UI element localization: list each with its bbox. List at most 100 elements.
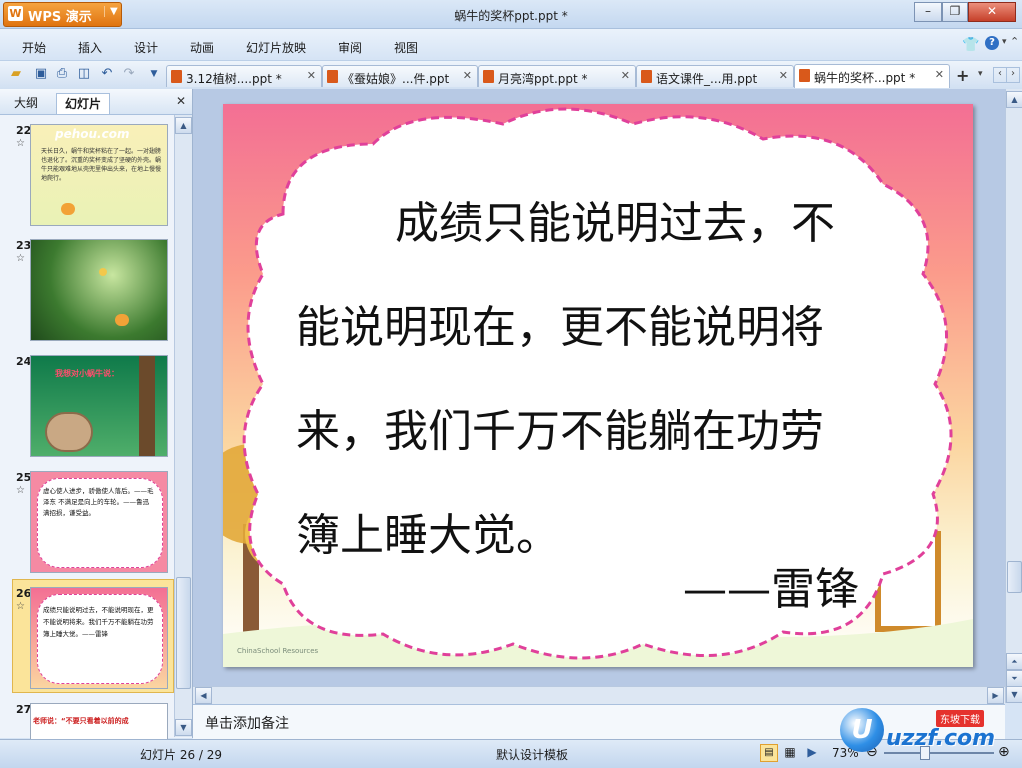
toolbar-dropdown-icon[interactable]: ▼ (146, 66, 162, 82)
doc-tab-2[interactable]: 《蚕姑娘》...件.ppt ✕ (322, 65, 478, 87)
prev-slide-icon[interactable]: ⏶ (1006, 653, 1022, 670)
thumb-caption: pehou.com (55, 127, 130, 141)
close-tab-icon[interactable]: ✕ (779, 69, 788, 82)
star-icon: ☆ (16, 485, 25, 496)
scroll-left-icon[interactable]: ◀ (195, 687, 212, 704)
badge-text: uzzf.com (886, 726, 996, 751)
next-slide-icon[interactable]: ⏷ (1006, 670, 1022, 687)
document-tab-bar: ▰ ▣ ⎙ ◫ ↶ ↷ ▼ 3.12植树....ppt * ✕ 《蚕姑娘》...… (0, 60, 1022, 90)
close-tab-icon[interactable]: ✕ (935, 68, 944, 81)
slide-editor-canvas: 成绩只能说明过去，不 能说明现在，更不能说明将 来，我们千万不能躺在功劳 簿上睡… (193, 89, 1005, 686)
menu-home[interactable]: 开始 (22, 39, 46, 56)
menu-animation[interactable]: 动画 (190, 39, 214, 56)
slide-thumb-25[interactable]: 虚心使人进步，骄傲使人落后。——毛泽东 不满足是向上的车轮。——鲁迅 满招损，谦… (30, 471, 168, 573)
menu-bar: 开始 插入 设计 动画 幻灯片放映 审阅 视图 👕 ? ▾ ⌃ (0, 29, 1022, 59)
new-tab-icon[interactable]: + (956, 66, 969, 85)
slide-thumb-26[interactable]: 成绩只能说明过去，不能说明现在，更不能说明将来。我们千万不能躺在功劳簿上睡大觉。… (30, 587, 168, 689)
doc-tab-5-active[interactable]: 蜗牛的奖杯...ppt * ✕ (794, 64, 950, 88)
slide-art (223, 107, 973, 667)
scroll-up-icon[interactable]: ▲ (1006, 91, 1022, 108)
maximize-button[interactable]: ❐ (942, 2, 968, 22)
slides-panel: 大纲 幻灯片 ✕ 22 ☆ pehou.com 天长日久，蜗牛和奖杯粘在了一起。… (0, 89, 193, 740)
redo-icon[interactable]: ↷ (121, 66, 137, 82)
title-bar: W WPS 演示 ▼ 蜗牛的奖杯ppt.ppt * – ❐ ✕ (0, 0, 1022, 29)
ppt-file-icon (799, 69, 810, 82)
star-icon: ☆ (16, 138, 25, 149)
doc-tab-1[interactable]: 3.12植树....ppt * ✕ (166, 65, 322, 87)
ribbon-toggle-icon[interactable]: ⌃ (1010, 35, 1019, 48)
open-folder-icon[interactable]: ▰ (8, 66, 24, 82)
print-icon[interactable]: ⎙ (54, 66, 70, 82)
menu-design[interactable]: 设计 (134, 39, 158, 56)
bee-icon (99, 268, 107, 276)
tab-slides[interactable]: 幻灯片 (56, 93, 111, 114)
canvas-vertical-scrollbar[interactable]: ▲ ⏶ ⏷ ▼ (1005, 89, 1022, 703)
ppt-file-icon (641, 70, 652, 83)
doc-tab-3[interactable]: 月亮湾ppt.ppt * ✕ (478, 65, 636, 87)
menu-insert[interactable]: 插入 (78, 39, 102, 56)
tab-outline[interactable]: 大纲 (6, 93, 46, 113)
slide-thumb-22[interactable]: pehou.com 天长日久，蜗牛和奖杯粘在了一起。一对翅膀也退化了。沉重的奖杯… (30, 124, 168, 226)
menu-review[interactable]: 审阅 (338, 39, 362, 56)
slide-counter: 幻灯片 26 / 29 (140, 748, 223, 762)
star-icon: ☆ (16, 253, 25, 264)
snail-icon (115, 314, 129, 326)
uzzf-logo-icon: U (840, 708, 884, 752)
quote-line-1: 成绩只能说明过去，不 (395, 198, 835, 249)
thumb-text: 成绩只能说明过去，不能说明现在，更不能说明将来。我们千万不能躺在功劳簿上睡大觉。… (43, 606, 154, 638)
ppt-file-icon (327, 70, 338, 83)
menu-slideshow[interactable]: 幻灯片放映 (246, 39, 306, 56)
doc-tab-label: 月亮湾ppt.ppt * (498, 72, 588, 86)
print-preview-icon[interactable]: ◫ (76, 66, 92, 82)
slideshow-icon[interactable]: ▶ (804, 744, 820, 760)
current-slide[interactable]: 成绩只能说明过去，不 能说明现在，更不能说明将 来，我们千万不能躺在功劳 簿上睡… (223, 104, 973, 667)
notes-placeholder: 单击添加备注 (205, 716, 289, 732)
menu-view[interactable]: 视图 (394, 39, 418, 56)
star-icon: ☆ (16, 601, 25, 612)
doc-tab-4[interactable]: 语文课件_...用.ppt ✕ (636, 65, 794, 87)
quote-author: ——雷锋 (683, 564, 859, 615)
close-tab-icon[interactable]: ✕ (307, 69, 316, 82)
badge-sub: 东坡下载 (936, 710, 984, 727)
snail-icon (45, 412, 93, 452)
close-window-button[interactable]: ✕ (968, 2, 1016, 22)
template-name[interactable]: 默认设计模板 (496, 746, 568, 763)
quote-line-2: 能说明现在，更不能说明将 (296, 302, 824, 353)
tree-trunk (139, 356, 155, 456)
minimize-button[interactable]: – (914, 2, 942, 22)
normal-view-icon[interactable]: ▤ (760, 744, 778, 762)
slide-thumb-24[interactable]: 我想对小蜗牛说： (30, 355, 168, 457)
save-icon[interactable]: ▣ (33, 66, 49, 82)
uzzf-watermark-badge: U 东坡下载 uzzf.com (836, 700, 1016, 758)
new-tab-dropdown-icon[interactable]: ▾ (978, 69, 983, 79)
close-tab-icon[interactable]: ✕ (463, 69, 472, 82)
slide-thumb-23[interactable] (30, 239, 168, 341)
scroll-thumb[interactable] (176, 577, 191, 689)
doc-tab-label: 语文课件_...用.ppt (656, 72, 758, 86)
undo-icon[interactable]: ↶ (99, 66, 115, 82)
skin-icon[interactable]: 👕 (962, 37, 979, 53)
scroll-down-icon[interactable]: ▼ (175, 719, 192, 736)
thumb-caption: 老师说：“不要只看着以前的成 (33, 717, 129, 725)
quote-line-3: 来，我们千万不能躺在功劳 (296, 406, 824, 457)
tabs-scroll-left-icon[interactable]: ‹ (993, 67, 1007, 83)
panel-scrollbar[interactable]: ▲ ▼ (174, 115, 192, 737)
slide-watermark: ChinaSchool Resources (237, 647, 319, 655)
slide-thumb-27[interactable]: 老师说：“不要只看着以前的成 (30, 703, 168, 740)
thumb-caption: 我想对小蜗牛说： (55, 369, 119, 378)
window-title: 蜗牛的奖杯ppt.ppt * (454, 9, 568, 23)
ppt-file-icon (483, 70, 494, 83)
close-tab-icon[interactable]: ✕ (621, 69, 630, 82)
close-panel-icon[interactable]: ✕ (176, 94, 186, 108)
tabs-scroll-right-icon[interactable]: › (1006, 67, 1020, 83)
scroll-thumb[interactable] (1007, 561, 1022, 593)
scroll-up-icon[interactable]: ▲ (175, 117, 192, 134)
help-icon[interactable]: ? (985, 36, 999, 50)
ppt-file-icon (171, 70, 182, 83)
doc-tab-label: 蜗牛的奖杯...ppt * (814, 71, 916, 85)
help-dropdown-icon[interactable]: ▾ (1002, 37, 1007, 47)
quote-line-4: 簿上睡大觉。 (296, 510, 560, 561)
panel-tabs: 大纲 幻灯片 ✕ (0, 89, 192, 115)
slide-sorter-icon[interactable]: ▦ (782, 744, 798, 760)
doc-tab-label: 3.12植树....ppt * (186, 72, 282, 86)
